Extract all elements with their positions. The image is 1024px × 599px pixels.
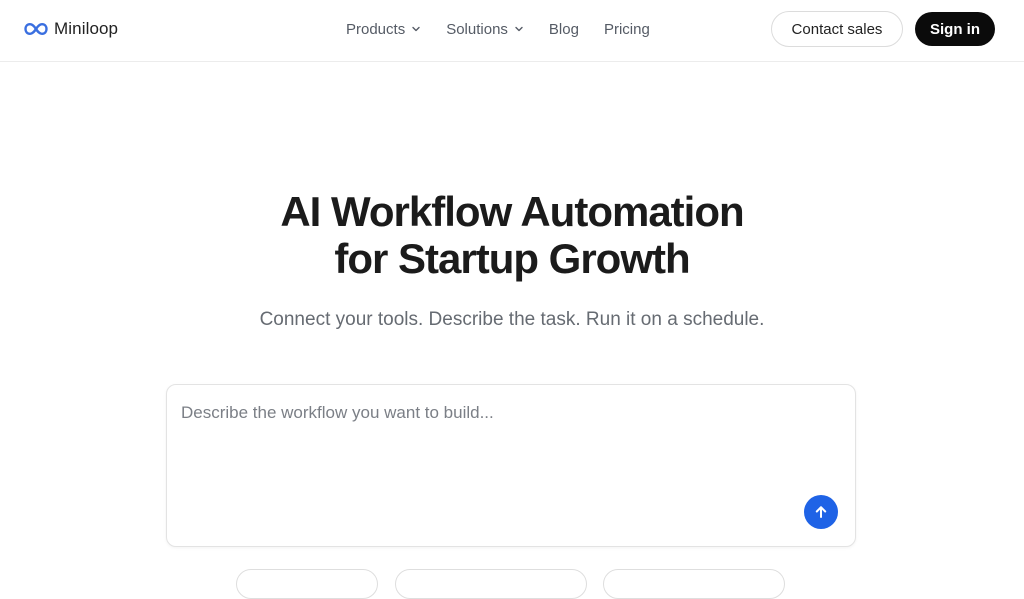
submit-prompt-button[interactable]: [804, 495, 838, 529]
hero-title-line-1: AI Workflow Automation: [280, 188, 744, 235]
nav-item-pricing[interactable]: Pricing: [604, 21, 650, 38]
nav-item-solutions[interactable]: Solutions: [446, 21, 524, 38]
hero-title-line-2: for Startup Growth: [334, 235, 690, 282]
suggestion-chip[interactable]: [603, 569, 785, 599]
main-nav: Products Solutions Blog Pricing: [346, 18, 650, 40]
suggestion-chip[interactable]: [236, 569, 378, 599]
top-navbar: Miniloop Products Solutions Blog Pricing…: [0, 0, 1024, 62]
brand-name: Miniloop: [54, 19, 119, 38]
chevron-down-icon: [411, 24, 421, 34]
nav-item-label: Products: [346, 20, 406, 38]
brand-logo-link[interactable]: Miniloop: [24, 17, 118, 41]
sign-in-button[interactable]: Sign in: [915, 12, 995, 46]
hero-subtitle: Connect your tools. Describe the task. R…: [259, 309, 765, 330]
chevron-down-icon: [514, 24, 524, 34]
suggestion-chip[interactable]: [395, 569, 587, 599]
nav-item-label: Blog: [548, 20, 579, 38]
nav-item-label: Pricing: [603, 20, 650, 38]
arrow-up-icon: [813, 504, 829, 520]
nav-item-blog[interactable]: Blog: [549, 21, 579, 38]
nav-item-label: Solutions: [446, 20, 508, 38]
workflow-prompt-box: [166, 384, 856, 547]
infinity-logo-icon: [24, 22, 48, 36]
hero-title: AI Workflow Automation for Startup Growt…: [0, 188, 1024, 282]
contact-sales-button[interactable]: Contact sales: [771, 11, 903, 47]
workflow-description-input[interactable]: [181, 403, 781, 513]
nav-item-products[interactable]: Products: [346, 21, 421, 38]
